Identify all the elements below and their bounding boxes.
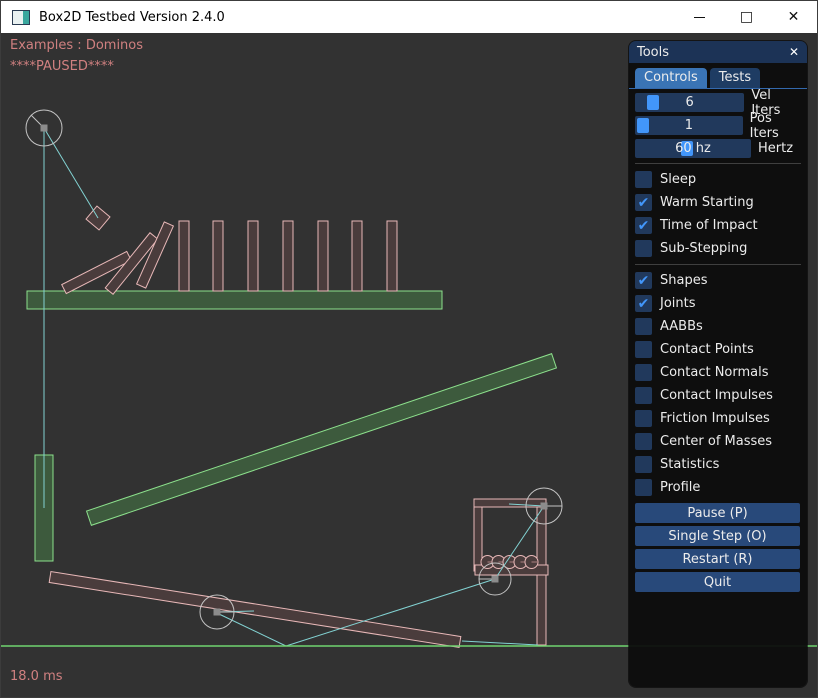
checkbox-contact-impulses[interactable]: Contact Impulses xyxy=(635,384,801,407)
checkbox-box[interactable] xyxy=(635,171,652,188)
checkbox-label: Statistics xyxy=(660,457,719,472)
paused-label: ****PAUSED**** xyxy=(10,59,114,74)
separator xyxy=(635,264,801,265)
joint-anchor-squares xyxy=(41,125,548,616)
tools-panel-title: Tools xyxy=(637,45,789,60)
domino-6[interactable] xyxy=(352,221,362,291)
slider-value: 60 hz xyxy=(635,141,751,156)
tools-panel: Tools ✕ Controls Tests 6 Vel Iters 1 Pos… xyxy=(629,41,807,687)
quit-button[interactable]: Quit xyxy=(635,572,800,592)
checkbox-label: Contact Normals xyxy=(660,365,769,380)
close-button[interactable]: ✕ xyxy=(770,1,817,33)
tools-panel-header[interactable]: Tools ✕ xyxy=(629,41,807,63)
frame-right-leg[interactable] xyxy=(537,507,546,645)
pos-iters-slider[interactable]: 1 xyxy=(635,116,743,135)
slider-label: Hertz xyxy=(758,141,793,156)
check-icon: ✔ xyxy=(638,297,650,311)
slider-label: Pos Iters xyxy=(750,111,801,141)
separator xyxy=(635,163,801,164)
checkbox-label: Contact Impulses xyxy=(660,388,773,403)
domino-5[interactable] xyxy=(318,221,328,291)
single-step-button[interactable]: Single Step (O) xyxy=(635,526,800,546)
panel-close-icon[interactable]: ✕ xyxy=(789,45,799,59)
checkbox-box[interactable] xyxy=(635,387,652,404)
app-icon xyxy=(12,10,30,25)
checkbox-label: Shapes xyxy=(660,273,707,288)
domino-4[interactable] xyxy=(283,221,293,291)
window-title: Box2D Testbed Version 2.4.0 xyxy=(39,10,676,25)
checkbox-box[interactable]: ✔ xyxy=(635,217,652,234)
checkbox-label: Time of Impact xyxy=(660,218,758,233)
checkbox-label: AABBs xyxy=(660,319,703,334)
tools-panel-content: 6 Vel Iters 1 Pos Iters 60 hz Hertz xyxy=(629,89,807,592)
checkbox-sleep[interactable]: Sleep xyxy=(635,168,801,191)
checkbox-center-of-masses[interactable]: Center of Masses xyxy=(635,430,801,453)
joint-line-ground xyxy=(462,641,538,645)
restart-button[interactable]: Restart (R) xyxy=(635,549,800,569)
checkbox-box[interactable] xyxy=(635,364,652,381)
domino-platform xyxy=(27,291,442,309)
tab-bar: Controls Tests xyxy=(629,63,807,89)
check-icon: ✔ xyxy=(638,219,650,233)
example-label: Examples : Dominos xyxy=(10,38,143,53)
slider-hertz: 60 hz Hertz xyxy=(635,138,801,159)
checkbox-aabbs[interactable]: AABBs xyxy=(635,315,801,338)
checkbox-label: Joints xyxy=(660,296,696,311)
checkbox-friction-impulses[interactable]: Friction Impulses xyxy=(635,407,801,430)
title-bar: Box2D Testbed Version 2.4.0 □ ✕ xyxy=(1,1,817,33)
checkbox-label: Warm Starting xyxy=(660,195,754,210)
checkbox-shapes[interactable]: ✔ Shapes xyxy=(635,269,801,292)
checkbox-box[interactable] xyxy=(635,456,652,473)
domino-2[interactable] xyxy=(213,221,223,291)
check-icon: ✔ xyxy=(638,196,650,210)
vel-iters-slider[interactable]: 6 xyxy=(635,93,744,112)
checkbox-box[interactable] xyxy=(635,410,652,427)
checkbox-label: Sleep xyxy=(660,172,696,187)
checkbox-label: Sub-Stepping xyxy=(660,241,747,256)
checkbox-box[interactable] xyxy=(635,433,652,450)
tab-controls[interactable]: Controls xyxy=(635,68,707,88)
slider-value: 6 xyxy=(635,95,744,110)
checkbox-label: Profile xyxy=(660,480,700,495)
checkbox-contact-normals[interactable]: Contact Normals xyxy=(635,361,801,384)
checkbox-box[interactable]: ✔ xyxy=(635,194,652,211)
checkbox-joints[interactable]: ✔ Joints xyxy=(635,292,801,315)
checkbox-warm-starting[interactable]: ✔ Warm Starting xyxy=(635,191,801,214)
minimize-button[interactable] xyxy=(676,1,723,33)
checkbox-sub-stepping[interactable]: Sub-Stepping xyxy=(635,237,801,260)
slider-pos-iters: 1 Pos Iters xyxy=(635,115,801,136)
checkbox-box[interactable] xyxy=(635,318,652,335)
maximize-button[interactable]: □ xyxy=(723,1,770,33)
checkbox-box[interactable]: ✔ xyxy=(635,295,652,312)
domino-7[interactable] xyxy=(387,221,397,291)
checkbox-label: Contact Points xyxy=(660,342,754,357)
checkbox-contact-points[interactable]: Contact Points xyxy=(635,338,801,361)
tab-tests[interactable]: Tests xyxy=(710,68,760,88)
domino-3[interactable] xyxy=(248,221,258,291)
checkbox-profile[interactable]: Profile xyxy=(635,476,801,499)
domino-1[interactable] xyxy=(179,221,189,291)
checkbox-box[interactable] xyxy=(635,341,652,358)
checkbox-time-of-impact[interactable]: ✔ Time of Impact xyxy=(635,214,801,237)
joint-line-pendulum xyxy=(44,128,98,218)
hertz-slider[interactable]: 60 hz xyxy=(635,139,751,158)
button-group: Pause (P) Single Step (O) Restart (R) Qu… xyxy=(635,503,801,592)
checkbox-label: Friction Impulses xyxy=(660,411,770,426)
checkbox-box[interactable] xyxy=(635,240,652,257)
checkbox-statistics[interactable]: Statistics xyxy=(635,453,801,476)
checkbox-box[interactable]: ✔ xyxy=(635,272,652,289)
slider-value: 1 xyxy=(635,118,743,133)
pause-button[interactable]: Pause (P) xyxy=(635,503,800,523)
app-window: Box2D Testbed Version 2.4.0 □ ✕ xyxy=(0,0,818,698)
check-icon: ✔ xyxy=(638,274,650,288)
checkbox-box[interactable] xyxy=(635,479,652,496)
frame-time-label: 18.0 ms xyxy=(10,669,63,684)
checkbox-label: Center of Masses xyxy=(660,434,772,449)
